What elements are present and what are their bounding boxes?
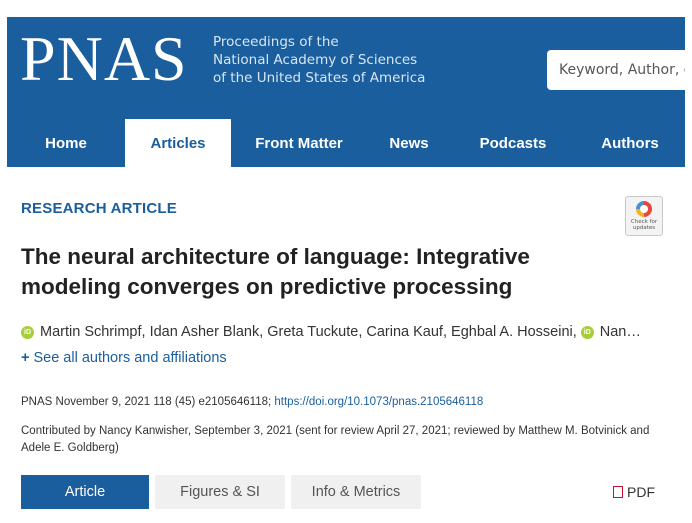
site-header: PNAS Proceedings of the National Academy… [7,17,685,167]
main-nav: Home Articles Front Matter News Podcasts… [7,119,685,167]
article-tabs: Article Figures & SI Info & Metrics [21,475,427,509]
nav-home[interactable]: Home [7,119,125,167]
citation-line: PNAS November 9, 2021 118 (45) e21056461… [21,396,483,408]
tab-article[interactable]: Article [21,475,149,509]
author-names-truncated[interactable]: Nan… [600,324,641,340]
nav-front-matter[interactable]: Front Matter [231,119,367,167]
pnas-logo[interactable]: PNAS [20,27,188,91]
citation-text: PNAS November 9, 2021 118 (45) e21056461… [21,396,275,408]
tab-figures-si[interactable]: Figures & SI [155,475,285,509]
tab-info-metrics[interactable]: Info & Metrics [291,475,421,509]
contribution-note: Contributed by Nancy Kanwisher, Septembe… [21,425,650,454]
article-type: RESEARCH ARTICLE [21,200,177,217]
article-title: The neural architecture of language: Int… [21,242,581,302]
nav-authors[interactable]: Authors [575,119,685,167]
pdf-link[interactable]: PDF [613,484,655,500]
pdf-icon [613,486,623,498]
search-box [547,50,685,90]
orcid-icon[interactable]: iD [580,325,594,339]
search-input[interactable] [547,50,685,90]
pdf-label: PDF [627,484,655,500]
tagline-line-1: Proceedings of the [213,34,339,50]
title-line-2: modeling converges on predictive process… [21,274,513,299]
nav-podcasts[interactable]: Podcasts [451,119,575,167]
journal-tagline: Proceedings of the National Academy of S… [213,33,425,87]
check-for-updates-badge[interactable]: Check for updates [625,196,663,236]
crossmark-icon [636,201,652,217]
tagline-line-3: of the United States of America [213,70,426,86]
plus-icon: + [21,350,30,366]
orcid-icon[interactable]: iD [21,325,34,339]
nav-articles[interactable]: Articles [125,119,231,167]
tagline-line-2: National Academy of Sciences [213,52,418,68]
check-for-updates-label: Check for updates [630,219,658,231]
see-all-authors-link[interactable]: + See all authors and affiliations [21,350,227,366]
title-line-1: The neural architecture of language: Int… [21,244,530,269]
doi-link[interactable]: https://doi.org/10.1073/pnas.2105646118 [274,396,483,408]
see-all-authors-label: See all authors and affiliations [33,350,227,366]
author-names[interactable]: Martin Schrimpf, Idan Asher Blank, Greta… [40,324,577,340]
nav-news[interactable]: News [367,119,451,167]
author-list: iD Martin Schrimpf, Idan Asher Blank, Gr… [21,324,667,340]
